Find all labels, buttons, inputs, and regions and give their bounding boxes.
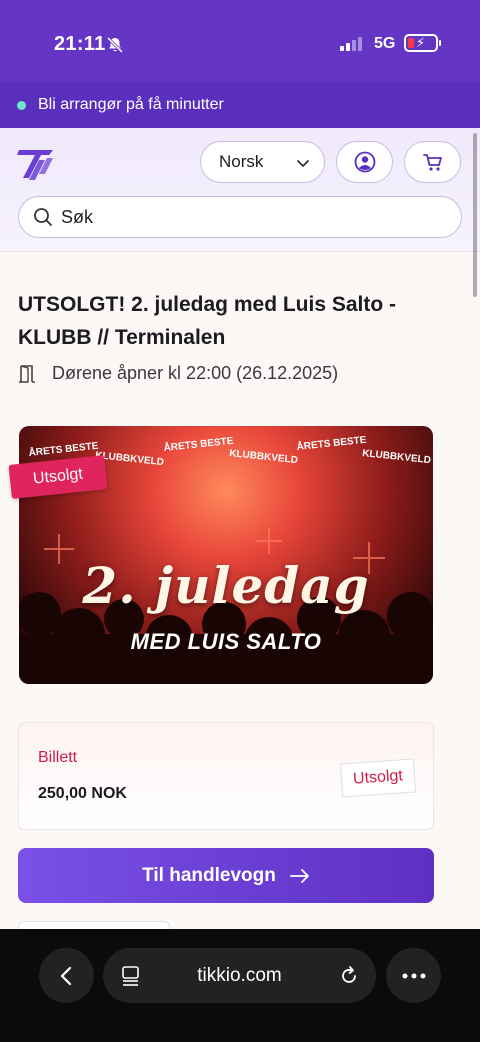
more-options-button[interactable]	[386, 948, 441, 1003]
door-icon	[19, 364, 35, 383]
ticket-name: Billett	[38, 749, 78, 766]
doors-text: Dørene åpner kl 22:00 (26.12.2025)	[52, 363, 339, 383]
to-cart-button[interactable]: Til handlevogn	[18, 848, 434, 903]
status-time: 21:11	[54, 33, 106, 55]
battery-icon: ⚡	[404, 34, 441, 52]
cart-button[interactable]	[404, 141, 461, 183]
address-bar[interactable]: tikkio.com	[103, 948, 376, 1003]
svg-text:KLUBBKVELD: KLUBBKVELD	[229, 448, 299, 466]
browser-toolbar: tikkio.com	[0, 929, 480, 1042]
language-value: Norsk	[219, 152, 264, 171]
search-input[interactable]	[61, 206, 421, 228]
status-dot-icon	[17, 100, 26, 110]
arrow-right-icon	[289, 868, 309, 883]
network-label: 5G	[374, 35, 396, 52]
chevron-left-icon	[60, 966, 71, 985]
language-select[interactable]: Norsk	[200, 141, 325, 183]
chevron-down-icon	[297, 160, 309, 167]
url-text: tikkio.com	[197, 964, 282, 986]
signal-icon	[340, 36, 362, 51]
svg-text:KLUBBKVELD: KLUBBKVELD	[362, 448, 432, 466]
reload-icon[interactable]	[338, 965, 360, 987]
doors-info: Dørene åpner kl 22:00 (26.12.2025)	[18, 363, 338, 384]
user-icon	[354, 151, 375, 173]
back-button[interactable]	[39, 948, 94, 1003]
search-icon	[34, 208, 52, 226]
ticket-price: 250,00 NOK	[38, 785, 127, 802]
event-title: UTSOLGT! 2. juledag med Luis Salto - KLU…	[18, 293, 397, 349]
status-bar: 21:11 5G ⚡	[0, 0, 480, 82]
search-bar[interactable]	[18, 196, 462, 238]
to-cart-label: Til handlevogn	[142, 864, 276, 886]
hero-subline: MED LUIS SALTO	[130, 629, 322, 654]
tabs-icon[interactable]	[121, 965, 141, 987]
promo-banner[interactable]: Bli arrangør på få minutter	[0, 82, 480, 128]
hero-headline: 2. juledag	[82, 556, 370, 615]
bell-muted-icon	[106, 36, 124, 54]
svg-text:ÅRETS BESTE: ÅRETS BESTE	[296, 433, 367, 453]
page-scrollbar[interactable]	[473, 133, 477, 297]
svg-text:ÅRETS BESTE: ÅRETS BESTE	[163, 434, 234, 454]
site-header: Norsk	[0, 128, 480, 252]
cart-icon	[422, 154, 442, 171]
ticket-status-badge: Utsolgt	[339, 758, 417, 798]
promo-text: Bli arrangør på få minutter	[38, 96, 224, 113]
ticket-card: Billett 250,00 NOK Utsolgt	[18, 722, 434, 830]
account-button[interactable]	[336, 141, 393, 183]
ellipsis-icon	[402, 973, 425, 978]
tikkio-logo-icon[interactable]	[17, 144, 55, 182]
